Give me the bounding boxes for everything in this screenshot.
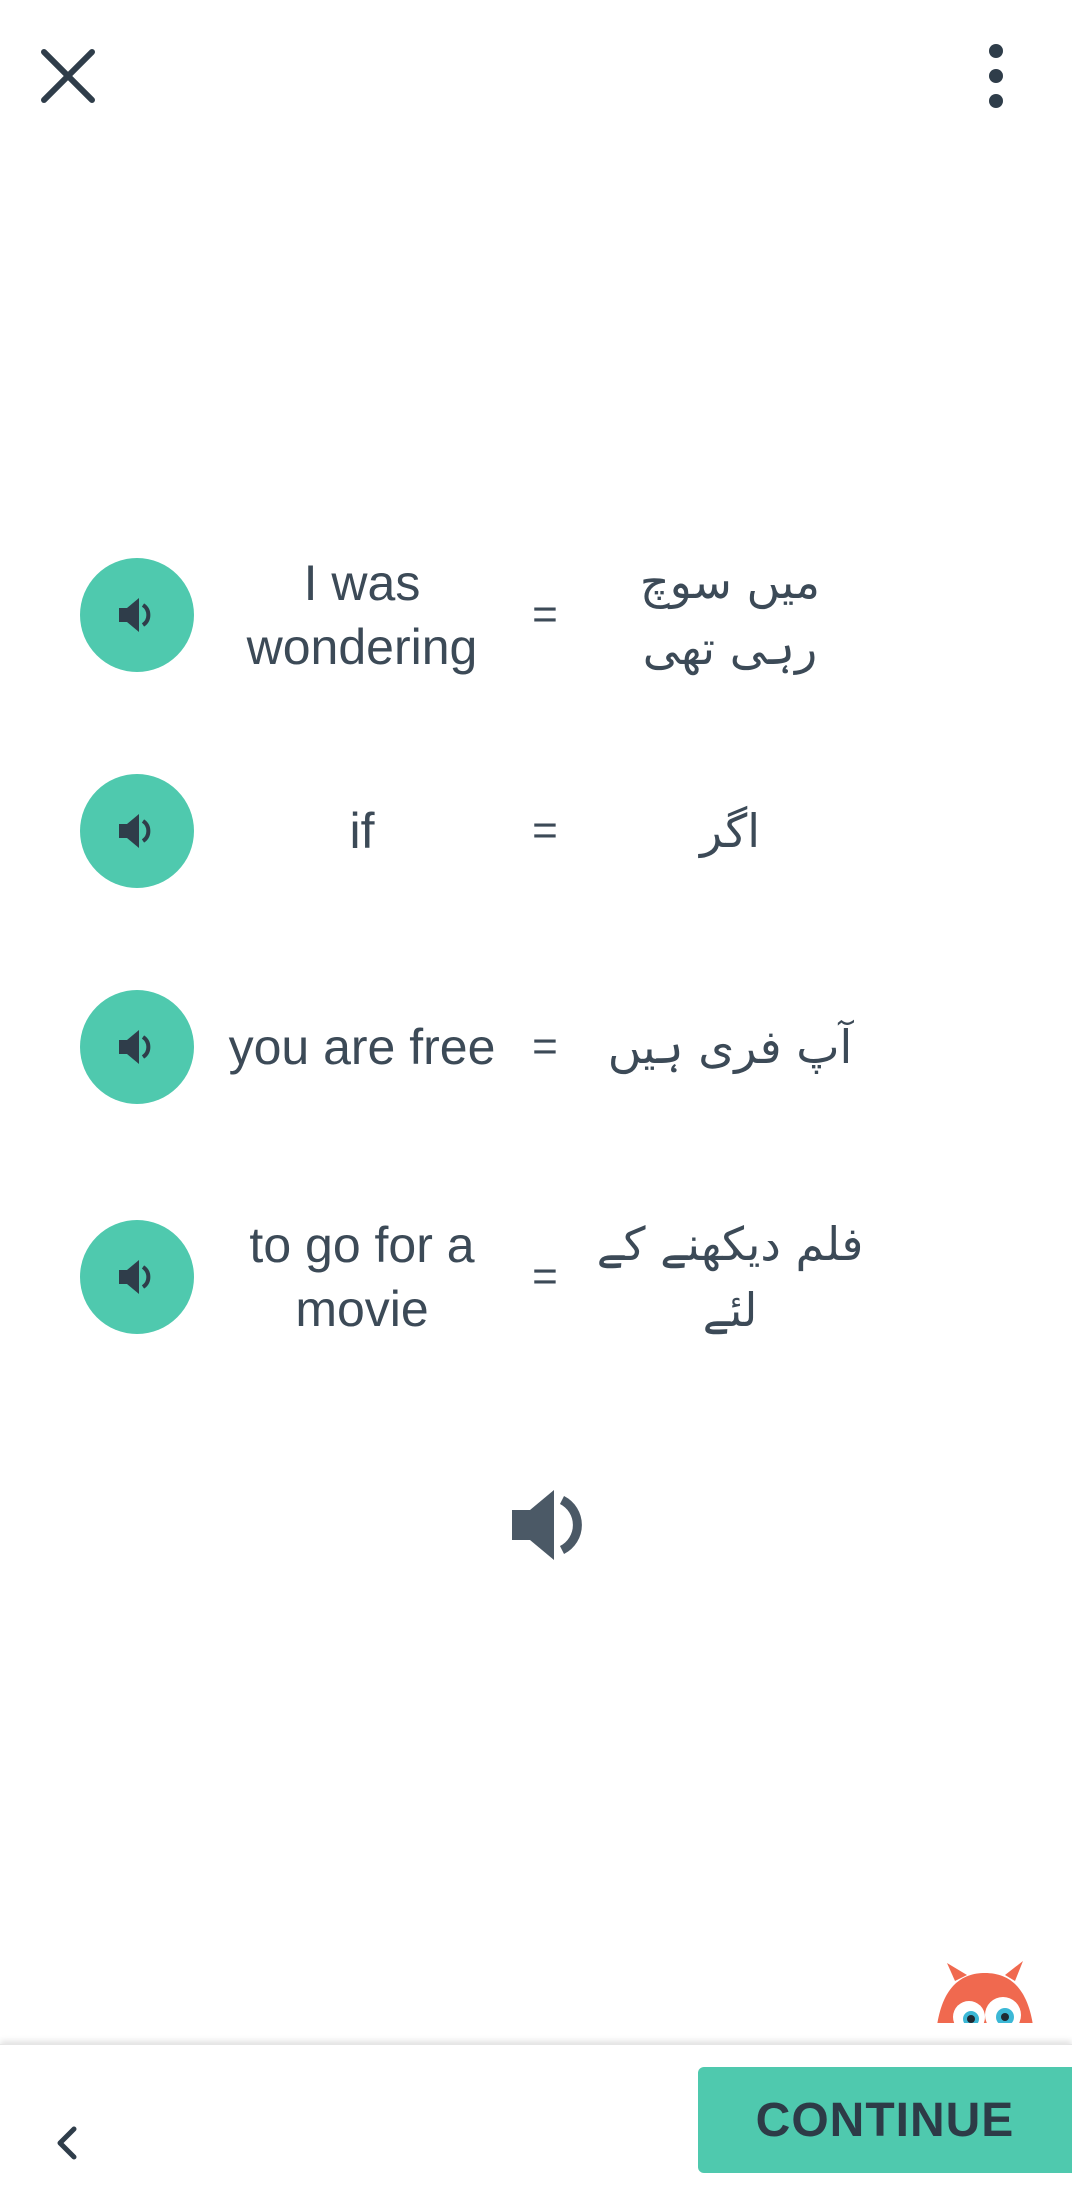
play-sentence-button[interactable]: [492, 1480, 602, 1570]
more-options-button[interactable]: [950, 30, 1042, 122]
close-icon: [41, 49, 95, 103]
bottom-navigation-bar: CONTINUE: [0, 2044, 1072, 2197]
urdu-translation: میں سوچ رہی تھی: [639, 555, 821, 675]
equals-sign: =: [532, 1252, 558, 1301]
speaker-icon: [119, 598, 151, 632]
phrase-row: if = اگر: [0, 744, 1072, 904]
speaker-icon: [119, 814, 151, 848]
urdu-translation: اگر: [699, 804, 761, 858]
english-phrase: if: [349, 803, 375, 859]
mascot-icon: [937, 1961, 1033, 2023]
speaker-icon: [512, 1490, 582, 1560]
english-phrase: to go for a movie: [249, 1217, 475, 1337]
continue-button[interactable]: CONTINUE: [698, 2067, 1072, 2173]
phrase-audio-button[interactable]: [80, 990, 194, 1104]
speaker-icon: [119, 1030, 151, 1064]
speaker-icon: [119, 1260, 151, 1294]
more-vertical-icon: [989, 44, 1003, 108]
phrase-row: I was wondering = میں سوچ رہی تھی: [0, 528, 1072, 688]
phrase-row: you are free = آپ فری ہیں: [0, 960, 1072, 1120]
urdu-translation: فلم دیکھنے کے لئے: [596, 1217, 864, 1337]
back-button[interactable]: [36, 2111, 100, 2175]
equals-sign: =: [532, 590, 558, 639]
english-phrase: I was wondering: [246, 555, 478, 675]
english-phrase: you are free: [228, 1019, 496, 1075]
chevron-left-icon: [57, 2126, 77, 2160]
phrase-row: to go for a movie = فلم دیکھنے کے لئے: [0, 1190, 1072, 1350]
phrase-audio-button[interactable]: [80, 774, 194, 888]
equals-sign: =: [532, 1022, 558, 1071]
close-button[interactable]: [22, 30, 114, 122]
equals-sign: =: [532, 806, 558, 855]
phrase-audio-button[interactable]: [80, 558, 194, 672]
phrase-audio-button[interactable]: [80, 1220, 194, 1334]
mascot-character: [925, 1955, 1045, 2023]
urdu-translation: آپ فری ہیں: [607, 1020, 853, 1074]
